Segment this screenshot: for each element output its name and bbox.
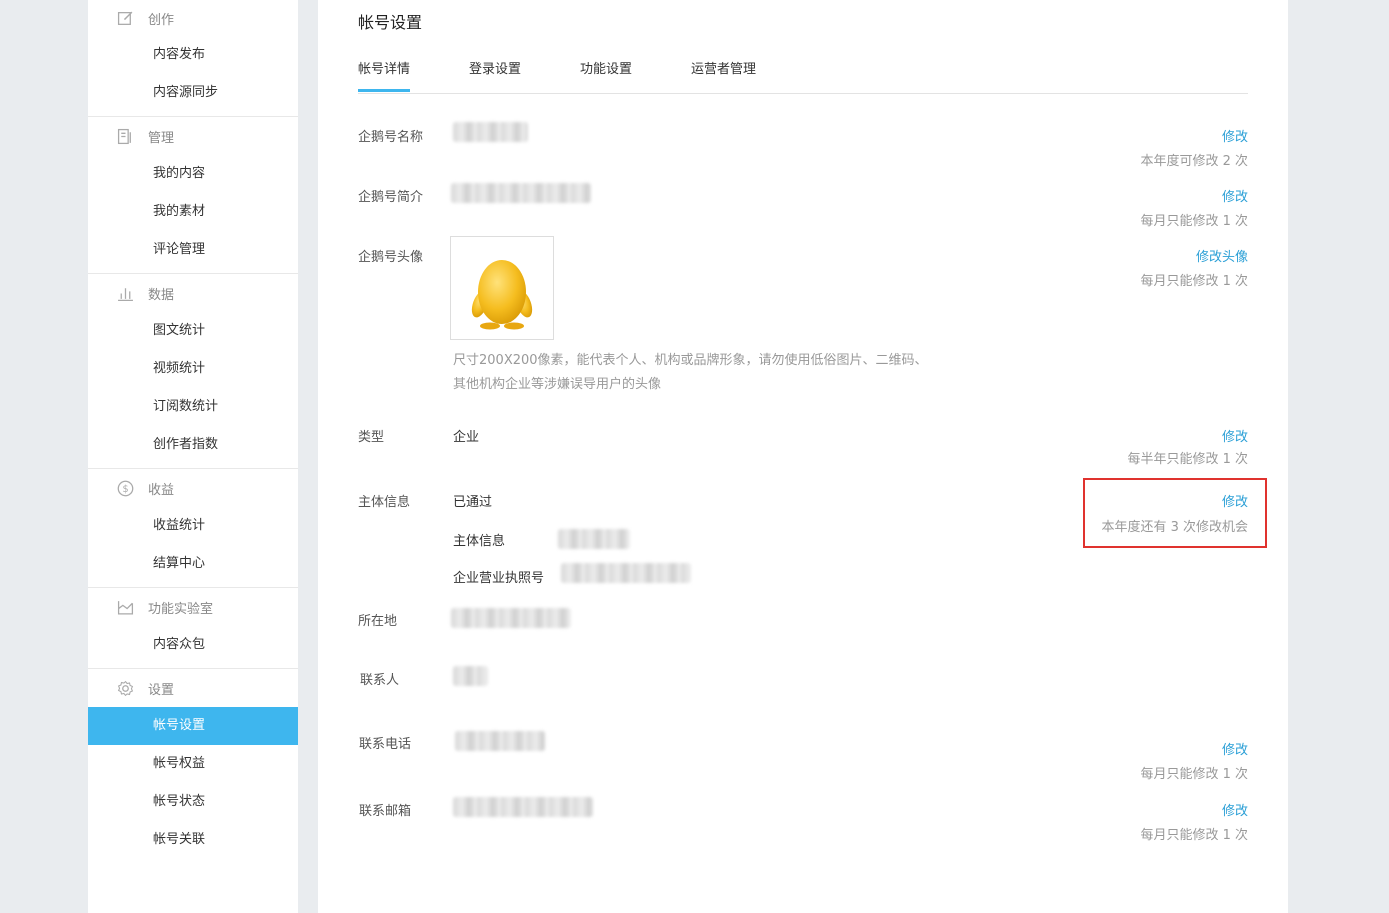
- avatar-hint-line-1: 尺寸200X200像素，能代表个人、机构或品牌形象，请勿使用低俗图片、二维码、: [453, 353, 928, 368]
- entity-license-label: 企业营业执照号: [453, 571, 545, 586]
- edit-avatar-link[interactable]: 修改头像: [1196, 246, 1248, 265]
- type-edit-limit-note: 每半年只能修改 1 次: [1127, 452, 1248, 467]
- sidebar-item-crowdsourcing[interactable]: 内容众包: [88, 626, 298, 664]
- field-row-phone: 联系电话 修改 每月只能修改 1 次: [358, 731, 1248, 782]
- edit-phone-link[interactable]: 修改: [1222, 739, 1248, 758]
- sidebar-item-publish[interactable]: 内容发布: [88, 36, 298, 74]
- sidebar-item-creator-index[interactable]: 创作者指数: [88, 426, 298, 464]
- field-label-contact: 联系人: [360, 673, 400, 688]
- field-row-avatar: 企鹅号头像 修改头像 每月只能修改 1 次 尺寸200X200像素，能代表个人、…: [358, 236, 1248, 406]
- sidebar-item-my-material[interactable]: 我的素材: [88, 193, 298, 231]
- email-value-redacted: [453, 797, 593, 817]
- field-label-name: 企鹅号名称: [358, 130, 424, 145]
- sidebar-group-header: 功能实验室: [88, 588, 298, 626]
- lab-icon: [116, 598, 134, 616]
- sidebar-group-data: 数据 图文统计 视频统计 订阅数统计 创作者指数: [88, 274, 298, 469]
- sidebar-item-account-link[interactable]: 帐号关联: [88, 821, 298, 859]
- field-row-contact: 联系人: [358, 666, 1248, 699]
- svg-text:$: $: [122, 484, 128, 495]
- penguin-avatar-icon: [471, 260, 533, 330]
- field-label-intro: 企鹅号简介: [358, 190, 424, 205]
- main-panel: 帐号设置 帐号详情 登录设置 功能设置 运营者管理 企鹅号名称 修改 本年度可修…: [318, 0, 1288, 913]
- gear-icon: [116, 679, 134, 697]
- sidebar-group-title: 设置: [148, 682, 175, 698]
- sidebar-item-article-stats[interactable]: 图文统计: [88, 312, 298, 350]
- sidebar-group-header: 数据: [88, 274, 298, 312]
- sidebar-group-title: 功能实验室: [148, 601, 214, 617]
- edit-name-link[interactable]: 修改: [1222, 126, 1248, 145]
- sidebar-group-settings: 设置 帐号设置 帐号权益 帐号状态 帐号关联: [88, 669, 298, 863]
- name-value-redacted: [453, 122, 528, 142]
- field-row-type: 类型 企业 修改 每半年只能修改 1 次: [358, 426, 1248, 470]
- field-row-name: 企鹅号名称 修改 本年度可修改 2 次: [358, 122, 1248, 170]
- sidebar-item-revenue-stats[interactable]: 收益统计: [88, 507, 298, 545]
- field-row-location: 所在地: [358, 608, 1248, 640]
- intro-edit-limit-note: 每月只能修改 1 次: [1140, 214, 1248, 229]
- intro-value-redacted: [451, 183, 591, 203]
- avatar-edit-limit-note: 每月只能修改 1 次: [1140, 274, 1248, 289]
- field-row-intro: 企鹅号简介 修改 每月只能修改 1 次: [358, 183, 1248, 230]
- sidebar-item-video-stats[interactable]: 视频统计: [88, 350, 298, 388]
- sidebar-group-title: 管理: [148, 130, 175, 146]
- sidebar-item-account-status[interactable]: 帐号状态: [88, 783, 298, 821]
- phone-edit-limit-note: 每月只能修改 1 次: [1140, 767, 1248, 782]
- edit-intro-link[interactable]: 修改: [1222, 186, 1248, 205]
- highlight-annotation-box: [1083, 478, 1267, 548]
- sidebar-group-lab: 功能实验室 内容众包: [88, 588, 298, 669]
- edit-type-link[interactable]: 修改: [1222, 426, 1248, 445]
- entity-info-redacted: [558, 529, 630, 549]
- sidebar-item-comments[interactable]: 评论管理: [88, 231, 298, 269]
- entity-status: 已通过: [453, 495, 493, 510]
- field-label-type: 类型: [358, 430, 385, 445]
- edit-icon: [116, 9, 134, 27]
- field-label-avatar: 企鹅号头像: [358, 250, 424, 265]
- type-value: 企业: [453, 430, 480, 445]
- page-title: 帐号设置: [358, 13, 423, 32]
- field-row-email: 联系邮箱 修改 每月只能修改 1 次: [358, 797, 1248, 844]
- license-number-redacted: [561, 563, 691, 583]
- sidebar-item-account-settings[interactable]: 帐号设置: [88, 707, 298, 745]
- avatar-hint-line-2: 其他机构企业等涉嫌误导用户的头像: [453, 377, 662, 392]
- sidebar-group-revenue: $ 收益 收益统计 结算中心: [88, 469, 298, 588]
- field-label-phone: 联系电话: [359, 737, 412, 752]
- sidebar-item-source-sync[interactable]: 内容源同步: [88, 74, 298, 112]
- email-edit-limit-note: 每月只能修改 1 次: [1140, 828, 1248, 843]
- sidebar-group-manage: 管理 我的内容 我的素材 评论管理: [88, 117, 298, 274]
- sidebar-group-title: 创作: [148, 12, 175, 28]
- sidebar-group-title: 数据: [148, 287, 175, 303]
- sidebar: 创作 内容发布 内容源同步 管理 我的内容 我的素材 评论管理 数据 图文统计 …: [88, 0, 298, 913]
- field-label-location: 所在地: [358, 614, 398, 629]
- sidebar-group-create: 创作 内容发布 内容源同步: [88, 0, 298, 117]
- sidebar-item-settlement[interactable]: 结算中心: [88, 545, 298, 583]
- contact-value-redacted: [453, 666, 488, 686]
- sidebar-item-account-rights[interactable]: 帐号权益: [88, 745, 298, 783]
- manage-icon: [116, 127, 134, 145]
- phone-value-redacted: [455, 731, 545, 751]
- sidebar-item-my-content[interactable]: 我的内容: [88, 155, 298, 193]
- avatar-image[interactable]: [450, 236, 554, 340]
- sidebar-group-header: $ 收益: [88, 469, 298, 507]
- sidebar-group-header: 创作: [88, 0, 298, 36]
- entity-sub-info-label: 主体信息: [453, 534, 506, 549]
- name-edit-limit-note: 本年度可修改 2 次: [1140, 154, 1248, 169]
- field-label-entity: 主体信息: [358, 495, 411, 510]
- tab-account-details[interactable]: 帐号详情: [358, 58, 411, 92]
- field-label-email: 联系邮箱: [359, 804, 412, 819]
- sidebar-group-title: 收益: [148, 482, 175, 498]
- avatar-hint: 尺寸200X200像素，能代表个人、机构或品牌形象，请勿使用低俗图片、二维码、 …: [453, 349, 928, 397]
- tab-feature-settings[interactable]: 功能设置: [580, 58, 632, 92]
- sidebar-group-header: 设置: [88, 669, 298, 707]
- edit-email-link[interactable]: 修改: [1222, 800, 1248, 819]
- tab-login-settings[interactable]: 登录设置: [469, 58, 521, 92]
- sidebar-item-subscriber-stats[interactable]: 订阅数统计: [88, 388, 298, 426]
- tab-operator-management[interactable]: 运营者管理: [691, 58, 756, 92]
- tab-bar: 帐号详情 登录设置 功能设置 运营者管理: [358, 58, 1248, 94]
- dollar-icon: $: [116, 479, 134, 497]
- location-value-redacted: [451, 608, 571, 628]
- bar-chart-icon: [116, 284, 134, 302]
- sidebar-group-header: 管理: [88, 117, 298, 155]
